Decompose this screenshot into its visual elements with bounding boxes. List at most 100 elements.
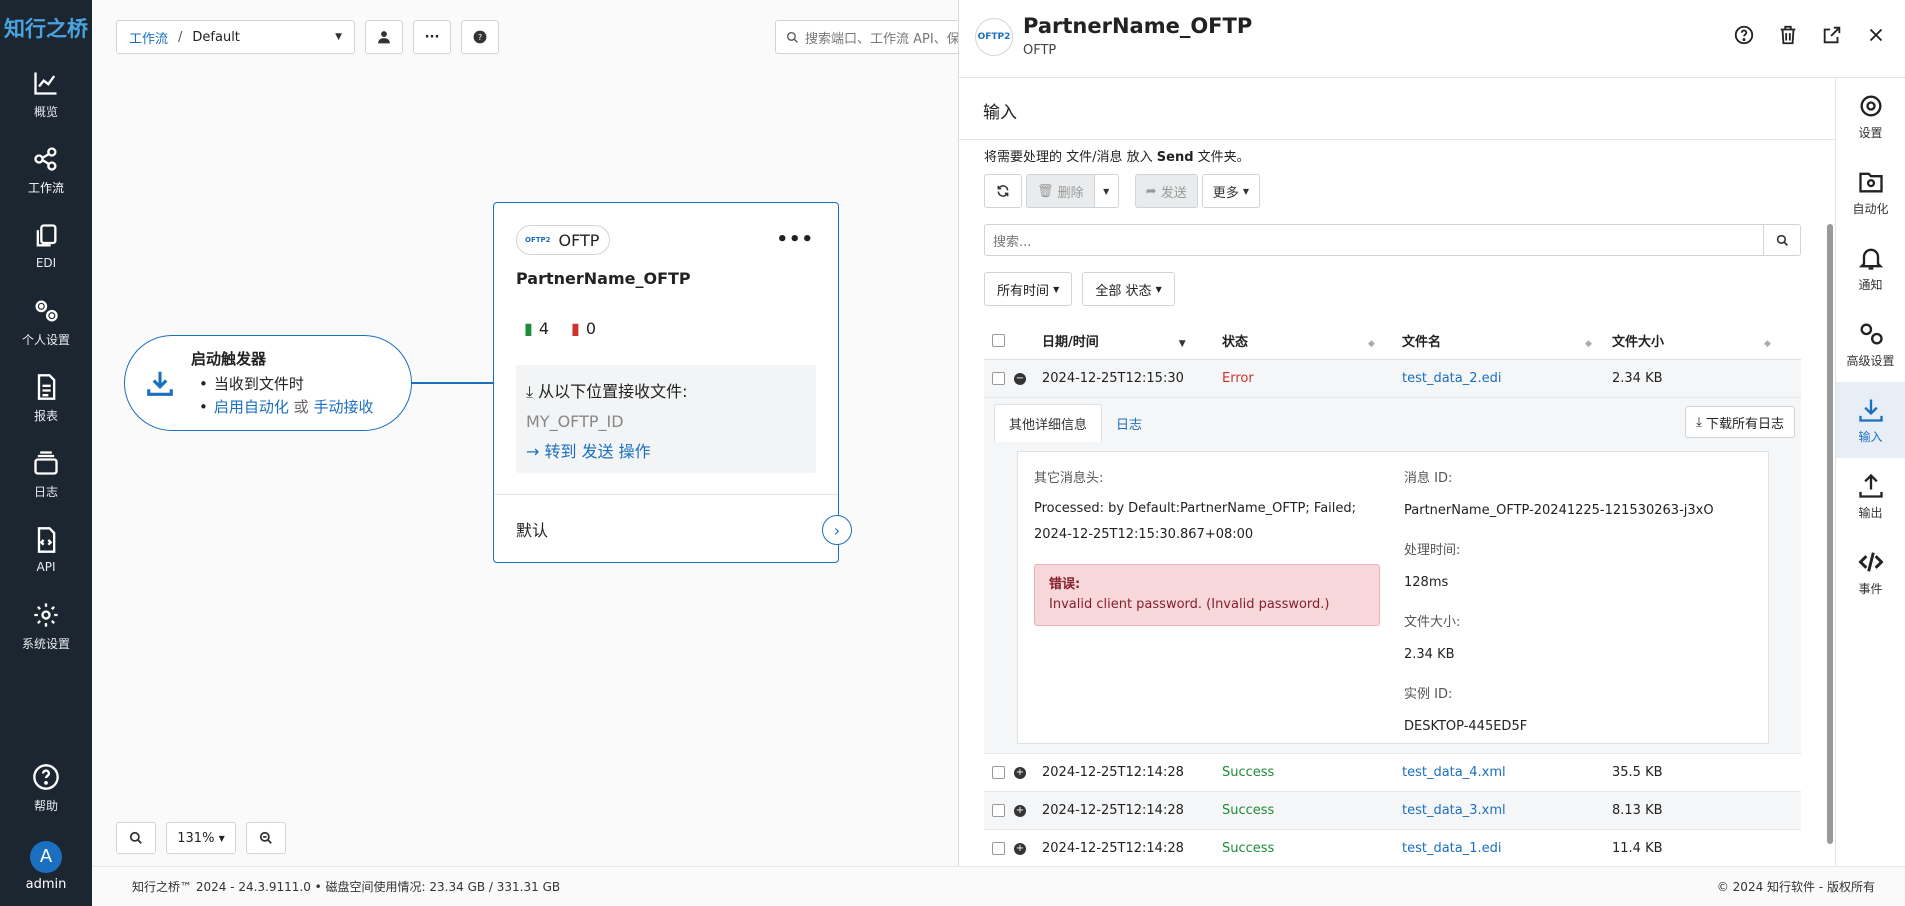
workflow-canvas[interactable]: 工作流 / Default ▼ ··· ? 搜索端口、工作流 API、保 启动触… bbox=[92, 0, 975, 866]
detail-card: 其它消息头: Processed: by Default:PartnerName… bbox=[1017, 451, 1769, 744]
row-checkbox[interactable] bbox=[992, 842, 1005, 855]
col-date[interactable]: 日期/时间 ▼ bbox=[1042, 331, 1222, 350]
svg-text:?: ? bbox=[478, 32, 482, 42]
close-icon[interactable] bbox=[1865, 24, 1887, 46]
manual-receive-link[interactable]: 手动接收 bbox=[313, 398, 373, 416]
file-link[interactable]: test_data_4.xml bbox=[1402, 765, 1612, 780]
row-detail: 其他详细信息 日志 ⤓ 下载所有日志 其它消息头: Processed: by … bbox=[984, 398, 1801, 754]
sidebar-item-personal-settings[interactable]: 个人设置 bbox=[0, 284, 92, 360]
help-button[interactable]: ? bbox=[461, 20, 499, 54]
download-all-logs-button[interactable]: ⤓ 下载所有日志 bbox=[1685, 406, 1795, 438]
code-icon bbox=[1857, 551, 1884, 572]
table-row[interactable]: + 2024-12-25T12:14:28 Success test_data_… bbox=[984, 792, 1801, 830]
sidebar-item-api[interactable]: API bbox=[0, 512, 92, 588]
table-row[interactable]: + 2024-12-25T12:14:28 Success test_data_… bbox=[984, 830, 1801, 866]
rail-item-advanced-settings[interactable]: 高级设置 bbox=[1836, 306, 1905, 382]
file-link[interactable]: test_data_3.xml bbox=[1402, 803, 1612, 818]
status-badge: Error bbox=[1222, 371, 1254, 386]
connector-line bbox=[412, 382, 494, 384]
caret-down-icon: ▼ bbox=[335, 32, 342, 42]
user-button[interactable] bbox=[365, 20, 403, 54]
status-badge: Success bbox=[1222, 841, 1275, 856]
row-checkbox[interactable] bbox=[992, 372, 1005, 385]
file-lines-icon bbox=[37, 373, 56, 400]
inbox-icon: ⤓ bbox=[526, 382, 539, 401]
rail-item-notifications[interactable]: 通知 bbox=[1836, 230, 1905, 306]
share-nodes-icon bbox=[34, 146, 57, 171]
expand-row-icon[interactable]: + bbox=[1014, 766, 1026, 779]
breadcrumb-workflow-link[interactable]: 工作流 bbox=[129, 28, 168, 47]
caret-down-icon: ▼ bbox=[218, 833, 225, 843]
chevron-right-icon[interactable]: › bbox=[822, 515, 852, 545]
sidebar-item-system-settings[interactable]: 系统设置 bbox=[0, 588, 92, 664]
external-link-icon[interactable] bbox=[1821, 24, 1843, 46]
error-count[interactable]: ▮ 0 bbox=[571, 319, 596, 338]
error-alert: 错误: Invalid client password. (Invalid pa… bbox=[1034, 564, 1380, 626]
username: admin bbox=[25, 876, 67, 892]
app-logo[interactable]: 知行之桥 bbox=[0, 0, 92, 56]
port-card-oftp[interactable]: OFTP2 OFTP ••• PartnerName_OFTP ▮ 4 ▮ 0 ⤓ … bbox=[493, 202, 852, 563]
row-checkbox[interactable] bbox=[992, 766, 1005, 779]
card-menu-button[interactable]: ••• bbox=[776, 229, 814, 250]
more-options-button[interactable]: ··· bbox=[413, 20, 451, 54]
start-trigger-node[interactable]: 启动触发器 当收到文件时 启用自动化 或 手动接收 bbox=[124, 335, 412, 431]
rail-item-settings[interactable]: 设置 bbox=[1836, 78, 1905, 154]
user-menu[interactable]: A admin bbox=[0, 826, 92, 906]
rail-item-input[interactable]: 输入 bbox=[1836, 382, 1905, 458]
workflow-breadcrumb[interactable]: 工作流 / Default ▼ bbox=[116, 20, 355, 54]
panel-right-rail: 设置 自动化 通知 高级设置 输入 输出 事件 bbox=[1835, 78, 1905, 866]
version-disk-info: 知行之桥™ 2024 - 24.3.9111.0 • 磁盘空间使用情况: 23.… bbox=[132, 880, 561, 894]
table-row[interactable]: − 2024-12-25T12:15:30 Error test_data_2.… bbox=[984, 360, 1801, 398]
section-title: 输入 bbox=[983, 103, 1017, 123]
search-button[interactable] bbox=[1763, 224, 1801, 256]
send-button[interactable]: ➦ 发送 bbox=[1134, 174, 1198, 208]
time-filter-dropdown[interactable]: 所有时间 ▼ bbox=[984, 272, 1073, 306]
goto-send-link[interactable]: → 转到 发送 操作 bbox=[526, 437, 806, 467]
ellipsis-icon: ··· bbox=[424, 29, 440, 45]
expand-row-icon[interactable]: + bbox=[1014, 804, 1026, 817]
sidebar-item-reports[interactable]: 报表 bbox=[0, 360, 92, 436]
sidebar-item-edi[interactable]: EDI bbox=[0, 208, 92, 284]
zoom-in-button[interactable] bbox=[116, 822, 156, 854]
status-filter-dropdown[interactable]: 全部 状态 ▼ bbox=[1082, 272, 1175, 306]
sidebar-item-overview[interactable]: 概览 bbox=[0, 56, 92, 132]
tab-details[interactable]: 其他详细信息 bbox=[994, 404, 1103, 442]
sidebar-item-workflow[interactable]: 工作流 bbox=[0, 132, 92, 208]
sidebar-item-logs[interactable]: 日志 bbox=[0, 436, 92, 512]
rail-item-output[interactable]: 输出 bbox=[1836, 458, 1905, 534]
sort-icon: ◆ bbox=[1764, 339, 1771, 349]
col-status[interactable]: 状态 ◆ bbox=[1222, 331, 1402, 350]
panel-scrollbar[interactable] bbox=[1827, 224, 1833, 844]
expand-row-icon[interactable]: + bbox=[1014, 842, 1026, 855]
delete-dropdown-toggle[interactable]: ▼ bbox=[1094, 174, 1119, 208]
col-filename[interactable]: 文件名 ◆ bbox=[1402, 331, 1612, 350]
zoom-out-button[interactable] bbox=[246, 822, 286, 854]
rail-item-automation[interactable]: 自动化 bbox=[1836, 154, 1905, 230]
canvas-search-input[interactable]: 搜索端口、工作流 API、保 bbox=[775, 20, 975, 54]
success-count[interactable]: ▮ 4 bbox=[524, 319, 549, 338]
row-checkbox[interactable] bbox=[992, 804, 1005, 817]
file-link[interactable]: test_data_2.edi bbox=[1402, 371, 1612, 386]
delete-button[interactable]: 🗑 删除 bbox=[1026, 174, 1095, 208]
file-code-icon bbox=[37, 527, 56, 553]
col-size[interactable]: 文件大小 ◆ bbox=[1612, 331, 1772, 350]
bell-icon bbox=[1858, 248, 1883, 270]
more-button[interactable]: 更多 ▼ bbox=[1201, 174, 1261, 208]
collapse-row-icon[interactable]: − bbox=[1014, 372, 1026, 385]
zoom-select[interactable]: 131% ▼ bbox=[166, 822, 236, 854]
trigger-title: 启动触发器 bbox=[191, 349, 267, 368]
caret-down-icon: ▼ bbox=[1053, 284, 1060, 294]
select-all-checkbox[interactable] bbox=[992, 334, 1005, 347]
help-circle-icon[interactable] bbox=[1733, 24, 1755, 46]
refresh-button[interactable] bbox=[984, 174, 1022, 208]
enable-automation-link[interactable]: 启用自动化 bbox=[214, 398, 289, 416]
tab-logs[interactable]: 日志 bbox=[1102, 404, 1156, 442]
sidebar-item-help[interactable]: 帮助 bbox=[0, 750, 92, 826]
messages-search-input[interactable]: 搜索... bbox=[984, 224, 1764, 256]
table-row[interactable]: + 2024-12-25T12:14:28 Success test_data_… bbox=[984, 754, 1801, 792]
oftp-logo-icon: OFTP2 bbox=[975, 18, 1013, 56]
trash-icon[interactable] bbox=[1777, 24, 1799, 46]
file-link[interactable]: test_data_1.edi bbox=[1402, 841, 1612, 856]
rail-item-events[interactable]: 事件 bbox=[1836, 534, 1905, 610]
status-badge: Success bbox=[1222, 765, 1275, 780]
